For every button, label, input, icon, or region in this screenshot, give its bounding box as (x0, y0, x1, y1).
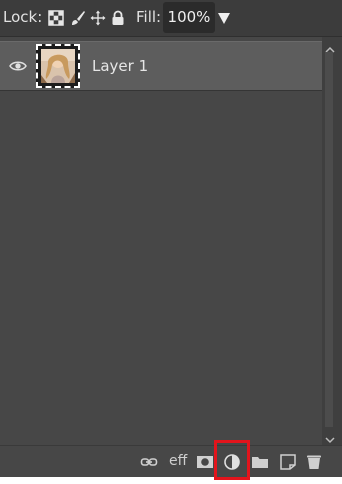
adjustment-layer-highlight-box (214, 440, 250, 480)
lock-transparent-pixels-icon[interactable] (48, 10, 64, 26)
lock-fill-bar: Lock: Fill: 100% (0, 0, 342, 37)
layer-name[interactable]: Layer 1 (92, 57, 148, 75)
scrollbar-thumb[interactable] (325, 52, 333, 427)
layer-thumbnail-image (41, 49, 75, 83)
layer-effects-icon[interactable]: eff (169, 452, 187, 470)
lock-all-icon[interactable] (110, 10, 126, 26)
scroll-down-arrow-icon[interactable] (325, 430, 335, 444)
eye-visibility-icon[interactable] (9, 58, 27, 74)
scroll-up-arrow-icon[interactable] (325, 40, 335, 53)
fill-label: Fill: (136, 8, 162, 26)
delete-layer-icon[interactable] (305, 453, 323, 471)
layer-thumbnail[interactable] (36, 44, 80, 88)
layers-panel: Lock: Fill: 100% Layer 1 eff (0, 0, 342, 480)
new-layer-icon[interactable] (279, 453, 297, 471)
fill-opacity-input[interactable]: 100% (163, 2, 215, 33)
lock-position-icon[interactable] (90, 10, 106, 26)
layer-list-scrollbar[interactable] (322, 37, 342, 445)
layer-row[interactable]: Layer 1 (0, 41, 322, 91)
new-group-icon[interactable] (251, 453, 269, 471)
link-layers-icon[interactable] (140, 453, 158, 471)
layer-list: Layer 1 (0, 37, 322, 445)
lock-label: Lock: (3, 8, 43, 26)
layers-bottom-toolbar: eff (0, 445, 342, 477)
lock-image-pixels-icon[interactable] (70, 10, 86, 26)
fill-dropdown-arrow-icon[interactable] (216, 10, 232, 26)
add-mask-icon[interactable] (196, 453, 214, 471)
